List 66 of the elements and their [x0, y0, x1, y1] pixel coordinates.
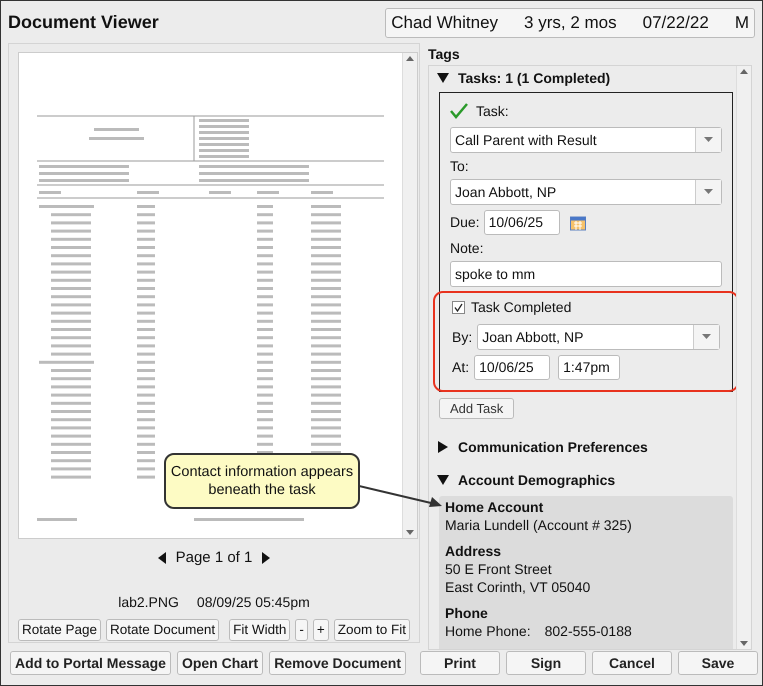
- field-label: Due:: [450, 213, 480, 232]
- phone-number: 802-555-0188: [544, 622, 632, 640]
- file-name: lab2.PNG: [118, 592, 179, 612]
- completed-time-field[interactable]: 1:47pm: [558, 355, 620, 380]
- scrollbar[interactable]: [736, 66, 751, 649]
- field-label: Task:: [476, 102, 509, 120]
- toolbar-button[interactable]: +: [312, 618, 329, 640]
- toolbar-button[interactable]: -: [295, 618, 308, 640]
- field-label: Note:: [450, 238, 484, 258]
- note-field[interactable]: spoke to mm: [450, 261, 722, 287]
- footer-button[interactable]: Remove Document: [269, 651, 406, 675]
- demographics-text: 50 E Front Street: [445, 560, 553, 578]
- scroll-up-icon[interactable]: [406, 56, 414, 61]
- assignee-dropdown[interactable]: Joan Abbott, NP: [450, 179, 722, 205]
- scroll-down-icon[interactable]: [406, 530, 414, 535]
- due-date-field[interactable]: 10/06/25: [484, 210, 560, 235]
- footer-button[interactable]: Save: [678, 651, 758, 675]
- caret-icon: [704, 137, 713, 143]
- scroll-up-icon[interactable]: [740, 69, 748, 74]
- section-title[interactable]: Communication Preferences: [458, 436, 648, 458]
- toolbar-button[interactable]: Zoom to Fit: [334, 618, 410, 640]
- toolbar-button[interactable]: Rotate Page: [18, 618, 102, 640]
- task-dropdown[interactable]: Call Parent with Result: [450, 127, 722, 153]
- demographics-heading: Address: [445, 542, 502, 560]
- field-label: By:: [452, 328, 472, 347]
- footer-button[interactable]: Open Chart: [176, 651, 264, 675]
- demographics-text: Maria Lundell (Account # 325): [445, 516, 633, 534]
- footer-button[interactable]: Print: [420, 651, 500, 675]
- section-title[interactable]: Tasks: 1 (1 Completed): [458, 68, 610, 88]
- patient-dob: 07/22/22: [642, 12, 709, 34]
- scrollbar[interactable]: [402, 53, 417, 538]
- collapse-triangle-icon[interactable]: [436, 71, 450, 85]
- footer-button[interactable]: Sign: [506, 651, 586, 675]
- checkbox-label: Task Completed: [471, 298, 572, 317]
- page-indicator: Page 1 of 1: [176, 548, 252, 568]
- patient-sex: M: [734, 12, 749, 34]
- expand-triangle-icon[interactable]: [436, 440, 450, 454]
- demographics-heading: Home Account: [445, 498, 544, 516]
- patient-age: 3 yrs, 2 mos: [524, 12, 617, 34]
- phone-label: Home Phone:: [445, 622, 531, 640]
- completed-date-field[interactable]: 10/06/25: [474, 355, 550, 380]
- footer-button[interactable]: Add to Portal Message: [10, 651, 171, 675]
- next-page-icon[interactable]: [262, 552, 270, 564]
- caret-icon: [702, 334, 711, 340]
- toolbar-button[interactable]: Fit Width: [229, 618, 290, 640]
- add-task-button[interactable]: Add Task: [439, 398, 514, 419]
- caret-icon: [704, 189, 713, 195]
- collapse-triangle-icon[interactable]: [436, 473, 450, 487]
- completed-by-dropdown[interactable]: Joan Abbott, NP: [477, 324, 720, 350]
- section-title[interactable]: Account Demographics: [458, 470, 616, 490]
- scroll-down-icon[interactable]: [740, 641, 748, 646]
- checkmark-icon: [454, 302, 463, 312]
- callout-bubble: Contact information appears beneath the task: [164, 453, 360, 509]
- field-label: To:: [450, 156, 469, 176]
- previous-page-icon[interactable]: [158, 552, 166, 564]
- demographics-text: East Corinth, VT 05040: [445, 578, 592, 596]
- checkbox[interactable]: [452, 300, 465, 314]
- patient-name: Chad Whitney: [391, 12, 498, 34]
- footer-button[interactable]: Cancel: [592, 651, 672, 675]
- window-title: Document Viewer: [8, 10, 159, 34]
- demographics-heading: Phone: [445, 604, 489, 622]
- field-label: At:: [452, 358, 470, 377]
- toolbar-button[interactable]: Rotate Document: [106, 618, 220, 640]
- tags-heading: Tags: [428, 45, 461, 64]
- file-timestamp: 08/09/25 05:45pm: [196, 592, 310, 612]
- calendar-icon[interactable]: [570, 214, 586, 230]
